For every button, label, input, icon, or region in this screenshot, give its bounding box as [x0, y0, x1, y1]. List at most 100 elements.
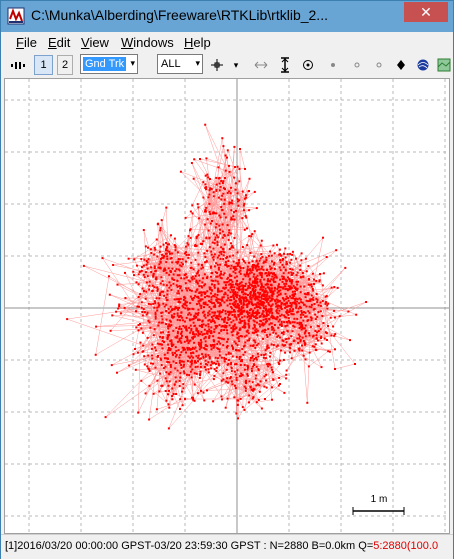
track-point — [246, 265, 249, 268]
track-point — [201, 333, 204, 336]
map-icon[interactable] — [437, 55, 451, 75]
menu-view[interactable]: View — [81, 35, 109, 50]
track-point — [235, 209, 237, 212]
track-point — [140, 379, 143, 382]
track-point — [202, 310, 205, 313]
track-point — [154, 311, 157, 314]
track-point — [307, 283, 310, 286]
track-point — [289, 268, 292, 270]
track-point — [153, 286, 156, 289]
track-point — [207, 325, 210, 328]
track-point — [247, 319, 250, 322]
track-point — [271, 328, 274, 331]
track-point — [194, 245, 197, 247]
mark-icon-3[interactable] — [373, 55, 385, 75]
track-point — [284, 285, 287, 288]
track-point — [236, 287, 239, 290]
track-point — [219, 342, 222, 345]
menu-windows[interactable]: Windows — [121, 35, 174, 50]
track-point — [148, 280, 151, 283]
track-point — [227, 310, 229, 313]
app-icon[interactable] — [7, 7, 25, 25]
track-point — [241, 284, 244, 287]
track-point — [135, 281, 138, 284]
track-point — [181, 334, 183, 337]
track-point — [245, 273, 248, 276]
track-point — [271, 275, 274, 278]
track-point — [205, 157, 208, 160]
track-point — [180, 351, 183, 354]
track-point — [264, 315, 267, 318]
track-point — [180, 341, 183, 344]
track-point — [310, 283, 313, 286]
ground-track-plot[interactable]: 1 m — [4, 78, 450, 534]
menu-edit[interactable]: Edit — [48, 35, 70, 50]
track-point — [226, 329, 228, 332]
satellite-filter-select[interactable]: ALL ▾ — [157, 54, 203, 74]
track-point — [184, 216, 187, 219]
track-point — [260, 354, 263, 356]
track-point — [326, 304, 329, 307]
mark-filled-icon[interactable] — [395, 55, 407, 75]
track-point — [193, 361, 196, 364]
track-point — [304, 329, 307, 332]
track-point — [223, 202, 226, 205]
track-point — [272, 290, 275, 293]
track-point — [213, 368, 216, 371]
track-point — [231, 383, 234, 386]
track-point — [192, 177, 195, 180]
mark-icon-2[interactable] — [351, 55, 363, 75]
track-point — [256, 352, 259, 355]
plot-type-select[interactable]: Gnd Trk ▾ — [80, 54, 138, 74]
track-point — [255, 259, 258, 262]
track-point — [243, 364, 246, 366]
track-point — [160, 315, 163, 318]
track-point — [282, 258, 284, 260]
track-point — [201, 319, 204, 322]
track-point — [273, 252, 276, 255]
fit-vertical-icon[interactable] — [278, 55, 292, 75]
track-point — [171, 398, 174, 401]
track-point — [198, 302, 201, 305]
track-point — [164, 390, 167, 392]
plot-canvas[interactable]: 1 m — [5, 79, 449, 533]
menu-file[interactable]: File — [16, 35, 37, 50]
track-point — [266, 269, 269, 271]
track-point — [235, 300, 238, 303]
close-button[interactable]: ✕ — [404, 2, 448, 22]
menu-help[interactable]: Help — [184, 35, 211, 50]
track-point — [201, 264, 204, 267]
track-point — [157, 324, 160, 327]
track-point — [226, 156, 228, 159]
track-point — [221, 296, 224, 299]
track-point — [194, 294, 197, 297]
track-point — [154, 313, 157, 316]
track-point — [299, 291, 302, 294]
cursor-icon[interactable] — [210, 55, 224, 75]
fit-horizontal-icon[interactable] — [253, 55, 269, 75]
track-point — [289, 252, 292, 255]
solution-icon[interactable] — [9, 55, 27, 75]
track-point — [217, 282, 220, 285]
track-point — [169, 284, 172, 287]
track-point — [226, 397, 229, 400]
track-point — [268, 274, 271, 277]
cursor-menu-arrow[interactable]: ▾ — [231, 55, 241, 75]
track-point — [141, 266, 143, 269]
track-point — [246, 271, 248, 274]
center-origin-icon[interactable] — [301, 55, 315, 75]
track-point — [198, 274, 201, 277]
track-point — [314, 318, 317, 321]
track-point — [203, 252, 206, 255]
skyplot-icon[interactable] — [416, 55, 430, 75]
track-point — [256, 334, 259, 337]
track-point — [212, 191, 215, 194]
mark-icon[interactable] — [327, 55, 339, 75]
solution-1-button[interactable]: 1 — [34, 55, 53, 75]
track-point — [217, 364, 220, 367]
track-point — [185, 287, 188, 290]
track-point — [228, 255, 231, 258]
solution-2-button[interactable]: 2 — [57, 55, 73, 75]
track-point — [281, 302, 284, 305]
track-point — [202, 181, 205, 184]
